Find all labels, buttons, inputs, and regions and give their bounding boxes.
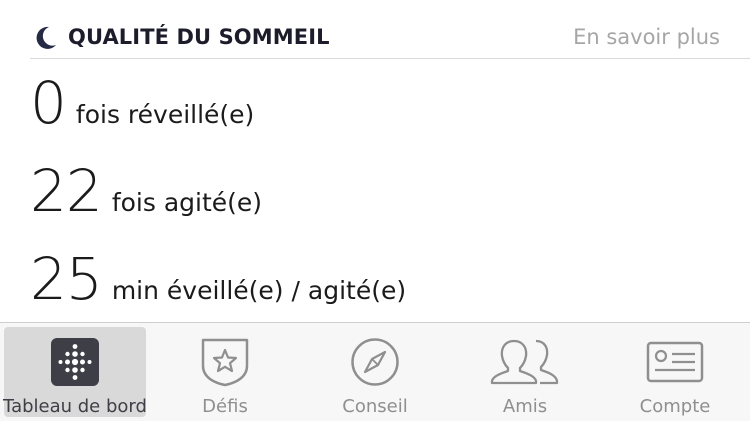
awake-restless-minutes-label: min éveillé(e) / agité(e) <box>111 276 407 305</box>
tab-friends[interactable]: Amis <box>450 323 600 421</box>
tab-dashboard-label: Tableau de bord <box>3 396 147 417</box>
friends-icon <box>490 339 559 385</box>
moon-icon <box>36 26 56 49</box>
star-badge-icon <box>201 338 249 387</box>
restless-count-label: fois agité(e) <box>111 188 263 217</box>
awake-restless-minutes-value: 25 <box>30 245 103 313</box>
tab-account[interactable]: Compte <box>600 323 750 421</box>
account-card-icon <box>646 341 704 383</box>
tab-guidance-label: Conseil <box>342 396 408 417</box>
bottom-tab-bar: Tableau de bord Défis Conseil Amis Compt… <box>0 322 750 421</box>
dashboard-icon <box>51 338 99 386</box>
awake-count-label: fois réveillé(e) <box>75 100 255 129</box>
tab-challenges-label: Défis <box>202 396 248 417</box>
awake-count-value: 0 <box>30 69 67 137</box>
awake-restless-minutes-row: 25 min éveillé(e) / agité(e) <box>30 250 406 320</box>
tab-friends-label: Amis <box>502 396 548 417</box>
section-title: QUALITÉ DU SOMMEIL <box>68 25 330 49</box>
restless-count-value: 22 <box>30 157 103 225</box>
restless-count-row: 22 fois agité(e) <box>30 162 262 232</box>
awake-count-row: 0 fois réveillé(e) <box>30 74 254 144</box>
compass-icon <box>351 338 399 386</box>
sleep-quality-screen: QUALITÉ DU SOMMEIL En savoir plus 0 fois… <box>0 0 750 421</box>
tab-challenges[interactable]: Défis <box>150 323 300 421</box>
sleep-quality-header: QUALITÉ DU SOMMEIL En savoir plus <box>30 16 750 59</box>
tab-account-label: Compte <box>639 396 711 417</box>
tab-guidance[interactable]: Conseil <box>300 323 450 421</box>
learn-more-link[interactable]: En savoir plus <box>573 25 720 49</box>
tab-dashboard[interactable]: Tableau de bord <box>0 323 150 421</box>
